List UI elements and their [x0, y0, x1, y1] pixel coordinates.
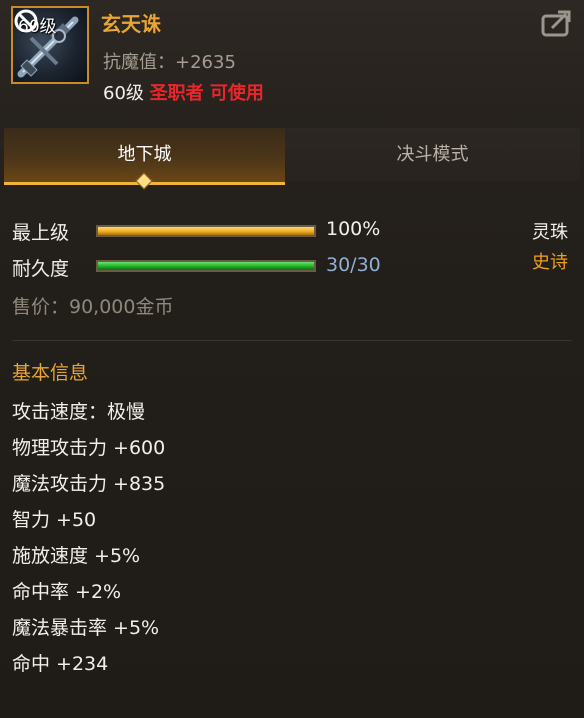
slot-tag: 灵珠	[532, 222, 568, 243]
basic-info-title: 基本信息	[12, 362, 89, 384]
grade-value: 100%	[326, 218, 381, 240]
durability-label: 耐久度	[12, 258, 70, 280]
mode-tabs: 地下城 决斗模式	[4, 128, 580, 190]
durability-bar	[96, 260, 316, 272]
attribute-item: 命中 +234	[12, 653, 109, 675]
attribute-item: 魔法攻击力 +835	[12, 473, 166, 495]
attribute-list: 攻击速度：极慢 物理攻击力 +600 魔法攻击力 +835 智力 +50 施放速…	[12, 394, 165, 682]
grade-label: 最上级	[12, 222, 70, 244]
durability-value: 30/30	[326, 254, 381, 276]
item-icon[interactable]: 60级	[11, 6, 89, 84]
section-divider	[12, 340, 572, 341]
durability-bar-fill	[98, 262, 314, 270]
item-req-level: 60级	[103, 83, 144, 104]
item-resist-value: 抗魔值：+2635	[103, 52, 236, 73]
rarity-tag: 史诗	[532, 252, 568, 273]
share-icon	[541, 10, 571, 37]
attribute-item: 命中率 +2%	[12, 581, 122, 603]
attribute-item: 攻击速度：极慢	[12, 401, 146, 423]
item-name: 玄天诛	[101, 12, 161, 36]
item-requirement: 60级 圣职者 可使用	[103, 79, 264, 105]
share-button[interactable]	[540, 8, 574, 38]
no-use-icon	[14, 9, 38, 33]
sell-price: 售价：90,000金币	[12, 296, 174, 318]
grade-bar-fill	[98, 227, 314, 235]
attribute-item: 智力 +50	[12, 509, 97, 531]
item-req-class: 圣职者 可使用	[149, 83, 264, 104]
item-header: 60级 玄天诛 抗魔值：+2635 60级 圣职者 可使用	[0, 0, 584, 118]
item-tooltip-panel: 60级 玄天诛 抗魔值：+2635 60级 圣职者 可使用 地下城 决斗模式 最…	[0, 0, 584, 718]
grade-bar	[96, 225, 316, 237]
attribute-item: 施放速度 +5%	[12, 545, 141, 567]
attribute-item: 物理攻击力 +600	[12, 437, 166, 459]
tab-duel[interactable]: 决斗模式	[285, 128, 580, 182]
attribute-item: 魔法暴击率 +5%	[12, 617, 160, 639]
